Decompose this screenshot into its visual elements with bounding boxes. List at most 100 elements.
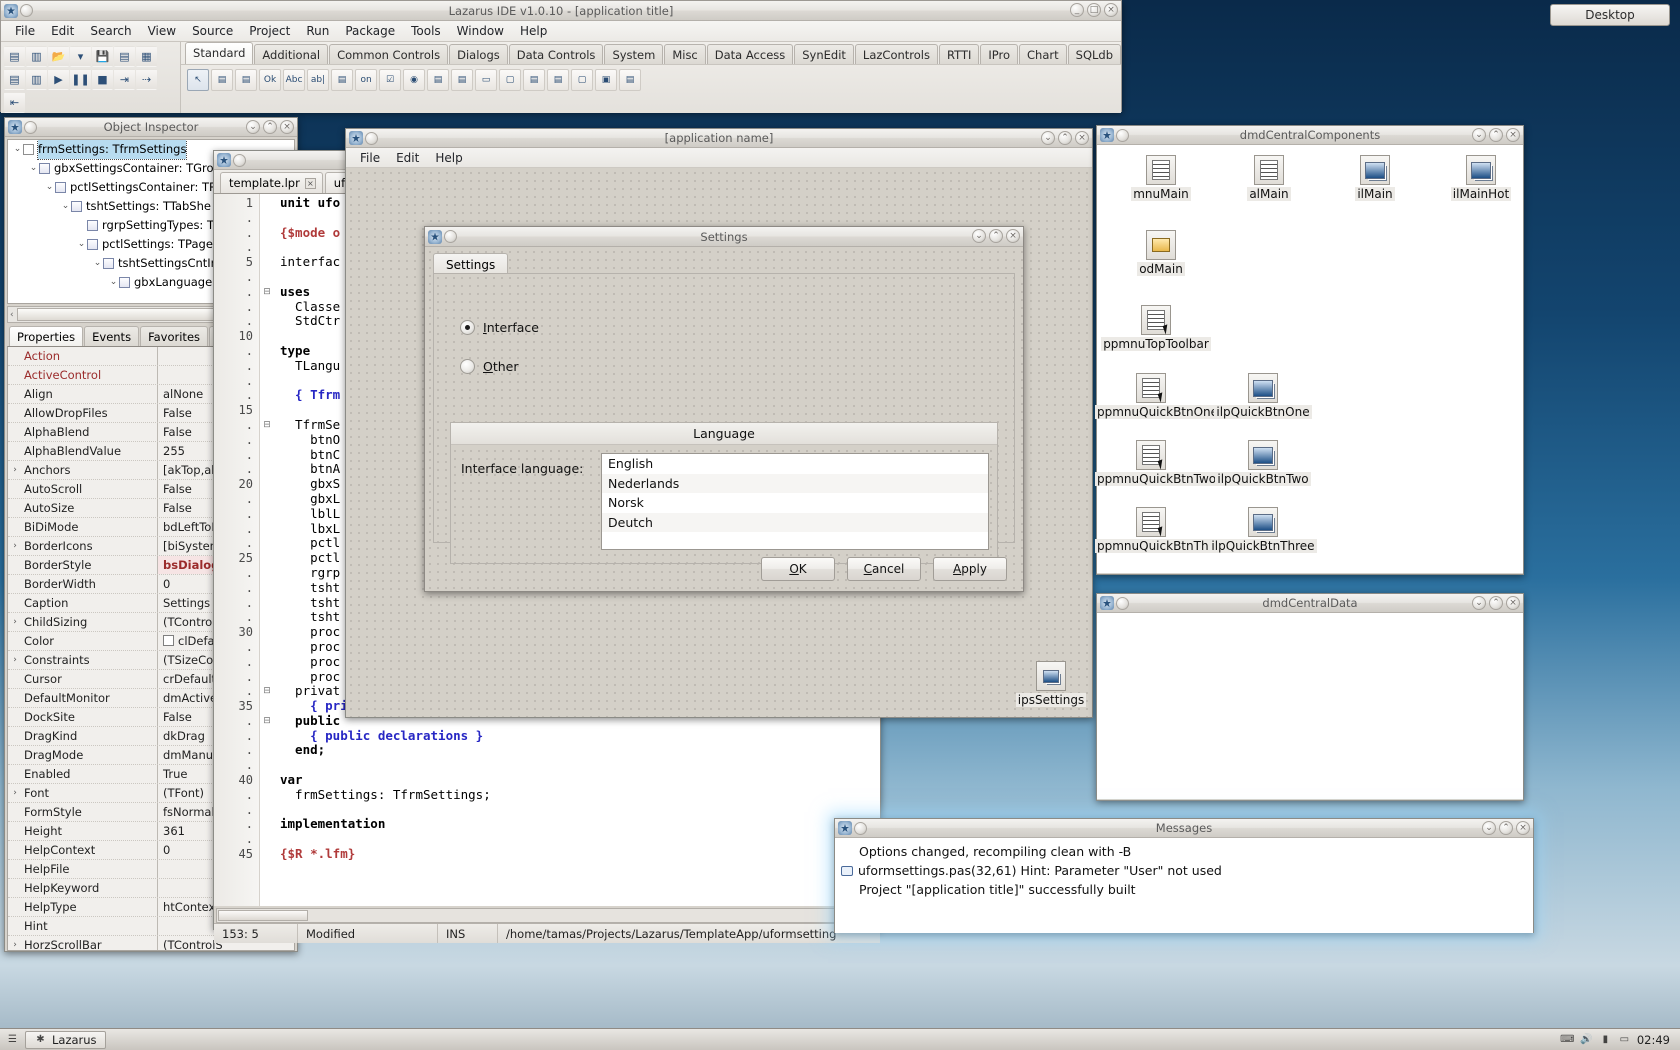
tpanel-icon[interactable]: ▢: [571, 69, 594, 91]
network-icon[interactable]: ▮: [1599, 1033, 1612, 1046]
ttogglebox-icon[interactable]: on: [355, 69, 378, 91]
palette-tab-chart[interactable]: Chart: [1019, 44, 1067, 64]
radio-other[interactable]: Other: [460, 359, 519, 374]
close-button[interactable]: ×: [280, 120, 294, 134]
chevron-down-icon[interactable]: ▾: [70, 46, 91, 67]
maximize-button[interactable]: ⌃: [1489, 128, 1503, 142]
tcheckbox-icon[interactable]: ☑: [379, 69, 402, 91]
expand-icon[interactable]: ⌄: [28, 159, 39, 178]
code-folding-column[interactable]: ⊟ ⊟ ⊟ ⊟: [260, 194, 274, 906]
new-unit-icon[interactable]: ▤: [4, 46, 25, 67]
apply-button[interactable]: Apply: [933, 557, 1007, 581]
close-button[interactable]: ×: [1104, 3, 1118, 17]
stop-icon[interactable]: ■: [92, 69, 113, 90]
menu-file[interactable]: File: [7, 23, 43, 39]
palette-tab-ipro[interactable]: IPro: [980, 44, 1019, 64]
data-module-data-canvas[interactable]: [1097, 613, 1523, 799]
close-button[interactable]: ×: [1506, 128, 1520, 142]
step-out-icon[interactable]: ⇤: [4, 92, 25, 113]
expand-icon[interactable]: ⌄: [60, 197, 71, 216]
tradiobutton-icon[interactable]: ◉: [403, 69, 426, 91]
ips-settings-component[interactable]: ipsSettings: [1014, 661, 1088, 707]
data-module-component[interactable]: ppmnuTopToolbar: [1100, 305, 1212, 351]
application-form-titlebar[interactable]: [application name] ⌄ ⌃ ×: [346, 129, 1092, 148]
maximize-button[interactable]: ⌃: [1489, 596, 1503, 610]
menu-run[interactable]: Run: [298, 23, 337, 39]
menu-help[interactable]: Help: [512, 23, 555, 39]
data-module-component[interactable]: ilpQuickBtnTwo: [1207, 440, 1319, 486]
window-menu-dot-icon[interactable]: [444, 230, 457, 243]
data-module-component[interactable]: ilpQuickBtnThree: [1207, 507, 1319, 553]
editor-horizontal-scrollbar[interactable]: [216, 908, 878, 923]
tcheckgroup-icon[interactable]: ▤: [547, 69, 570, 91]
maximize-button[interactable]: ⌃: [263, 120, 277, 134]
popupmenu-icon[interactable]: [1141, 305, 1171, 335]
actionlist-icon[interactable]: [1254, 155, 1284, 185]
data-module-component[interactable]: ppmnuQuickBtnOne: [1095, 373, 1221, 419]
form-menu-help[interactable]: Help: [427, 150, 470, 166]
tcombobox-icon[interactable]: ▤: [451, 69, 474, 91]
interface-language-listbox[interactable]: English Nederlands Norsk Deutch: [601, 453, 989, 550]
minimize-button[interactable]: ⌄: [1041, 131, 1055, 145]
scroll-thumb[interactable]: [218, 910, 308, 921]
palette-tab-rtti[interactable]: RTTI: [938, 44, 980, 64]
step-over-icon[interactable]: ⇢: [136, 69, 157, 90]
minimize-button[interactable]: ⌄: [972, 229, 986, 243]
tpopupmenu-icon[interactable]: ▤: [235, 69, 258, 91]
ide-menu-dot-icon[interactable]: [20, 4, 33, 17]
tab-favorites[interactable]: Favorites: [140, 326, 209, 346]
scroll-left-arrow-icon[interactable]: ‹: [8, 310, 16, 320]
expand-icon[interactable]: ›: [8, 784, 22, 802]
expand-icon[interactable]: ›: [8, 651, 22, 669]
minimize-button[interactable]: _: [1070, 3, 1084, 17]
messages-titlebar[interactable]: Messages ⌄ ⌃ ×: [835, 819, 1533, 838]
step-into-icon[interactable]: ⇥: [114, 69, 135, 90]
imagelist-icon[interactable]: [1466, 155, 1496, 185]
data-module-data-titlebar[interactable]: dmdCentralData ⌄ ⌃ ×: [1097, 594, 1523, 613]
close-button[interactable]: ×: [1075, 131, 1089, 145]
list-item[interactable]: Project "[application title]" successful…: [841, 880, 1533, 899]
imagelist-icon[interactable]: [1248, 440, 1278, 470]
minimize-button[interactable]: ⌄: [246, 120, 260, 134]
run-icon[interactable]: ▶: [48, 69, 69, 90]
new-form-icon[interactable]: ▥: [26, 46, 47, 67]
expand-icon[interactable]: ⌄: [44, 178, 55, 197]
list-item[interactable]: Norsk: [602, 493, 988, 513]
menu-window[interactable]: Window: [449, 23, 512, 39]
data-module-component[interactable]: alMain: [1213, 155, 1325, 201]
palette-tab-synedit[interactable]: SynEdit: [794, 44, 854, 64]
expand-icon[interactable]: ›: [8, 461, 22, 479]
expand-icon[interactable]: ⌄: [92, 254, 103, 273]
minimize-button[interactable]: ⌄: [1472, 596, 1486, 610]
radio-interface[interactable]: Interface: [460, 320, 539, 335]
tactionlist-icon[interactable]: ▤: [619, 69, 642, 91]
fold-toggle-icon[interactable]: ⊟: [260, 285, 274, 300]
palette-tab-misc[interactable]: Misc: [664, 44, 706, 64]
palette-tab-data-access[interactable]: Data Access: [706, 44, 794, 64]
menu-view[interactable]: View: [140, 23, 184, 39]
menu-tools[interactable]: Tools: [403, 23, 449, 39]
radio-interface-icon[interactable]: [460, 320, 475, 335]
popupmenu-icon[interactable]: [1136, 440, 1166, 470]
fold-toggle-icon[interactable]: ⊟: [260, 714, 274, 729]
palette-tab-common-controls[interactable]: Common Controls: [329, 44, 449, 64]
list-item[interactable]: Nederlands: [602, 473, 988, 494]
mainmenu-icon[interactable]: [1146, 155, 1176, 185]
save-all-icon[interactable]: ▤: [114, 46, 135, 67]
palette-tab-lazcontrols[interactable]: LazControls: [854, 44, 938, 64]
ok-button[interactable]: OK: [761, 557, 835, 581]
close-button[interactable]: ×: [1006, 229, 1020, 243]
desktop-button[interactable]: Desktop: [1550, 4, 1670, 26]
list-item[interactable]: uformsettings.pas(32,61) Hint: Parameter…: [841, 861, 1533, 880]
object-inspector-titlebar[interactable]: Object Inspector ⌄ ⌃ ×: [5, 118, 297, 137]
palette-tab-standard[interactable]: Standard: [185, 42, 254, 64]
tab-settings[interactable]: Settings: [433, 253, 509, 275]
window-menu-dot-icon[interactable]: [233, 153, 246, 167]
taskbar-item-lazarus[interactable]: ✱ Lazarus: [25, 1030, 106, 1049]
tlabel-icon[interactable]: Abc: [283, 69, 306, 91]
data-module-component[interactable]: ppmnuQuickBtnTwo: [1095, 440, 1219, 486]
ide-titlebar[interactable]: Lazarus IDE v1.0.10 - [application title…: [1, 1, 1121, 21]
new-form2-icon[interactable]: ▦: [136, 46, 157, 67]
save-icon[interactable]: 💾: [92, 46, 113, 67]
list-item[interactable]: Deutch: [602, 512, 988, 533]
